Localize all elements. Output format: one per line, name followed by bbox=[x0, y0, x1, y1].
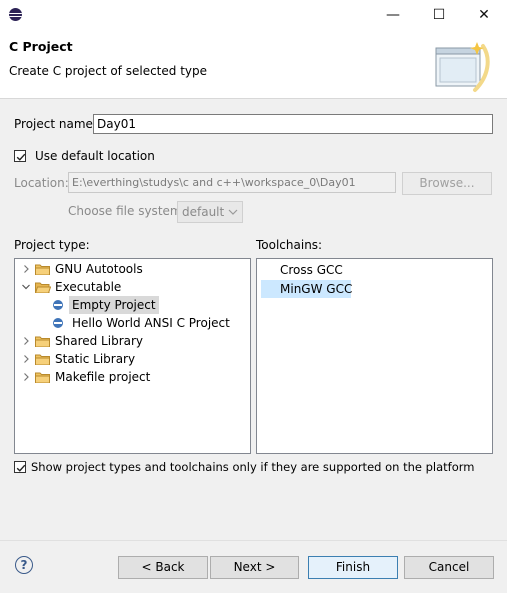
tree-folder-item[interactable]: GNU Autotools bbox=[15, 260, 248, 278]
new-project-wizard-icon bbox=[435, 42, 490, 92]
tree-item-label: Empty Project bbox=[69, 296, 159, 314]
checkmark-icon bbox=[16, 153, 26, 161]
toolchains-list[interactable]: Cross GCC MinGW GCC bbox=[256, 258, 493, 454]
file-system-select[interactable]: default bbox=[177, 201, 243, 223]
back-button[interactable]: < Back bbox=[118, 556, 208, 579]
footer-divider bbox=[0, 540, 507, 541]
help-icon[interactable]: ? bbox=[15, 556, 33, 574]
next-button[interactable]: Next > bbox=[210, 556, 299, 579]
toolchain-item[interactable]: Cross GCC bbox=[261, 261, 351, 279]
toolchain-item[interactable]: MinGW GCC bbox=[261, 280, 353, 298]
chevron-right-icon[interactable] bbox=[21, 350, 31, 368]
location-input[interactable] bbox=[68, 172, 396, 193]
page-subtitle: Create C project of selected type bbox=[9, 64, 207, 78]
page-title: C Project bbox=[9, 39, 73, 54]
project-type-label: Project type: bbox=[14, 238, 90, 252]
supported-only-label: Show project types and toolchains only i… bbox=[31, 460, 475, 474]
use-default-location-label: Use default location bbox=[35, 149, 155, 163]
tree-item-label: GNU Autotools bbox=[55, 262, 143, 276]
chevron-right-icon[interactable] bbox=[21, 260, 31, 278]
maximize-button[interactable]: ☐ bbox=[416, 0, 462, 30]
toolchain-label: Cross GCC bbox=[280, 263, 343, 277]
browse-button[interactable]: Browse... bbox=[402, 172, 492, 195]
tree-item-label: Static Library bbox=[55, 352, 136, 366]
location-label: Location: bbox=[14, 176, 69, 190]
tree-folder-item[interactable]: Shared Library bbox=[15, 332, 248, 350]
header-divider bbox=[0, 98, 507, 99]
tree-item-label: Makefile project bbox=[55, 370, 151, 384]
tree-folder-item[interactable]: Static Library bbox=[15, 350, 248, 368]
tree-item-label: Hello World ANSI C Project bbox=[72, 316, 230, 330]
tree-project-item[interactable]: Hello World ANSI C Project bbox=[15, 314, 248, 332]
chevron-down-icon bbox=[228, 209, 238, 215]
minimize-button[interactable]: — bbox=[370, 0, 416, 30]
use-default-location-checkbox[interactable] bbox=[14, 150, 26, 162]
c-project-icon bbox=[53, 318, 63, 328]
close-button[interactable]: ✕ bbox=[461, 0, 507, 30]
eclipse-icon bbox=[9, 8, 22, 21]
toolchains-label: Toolchains: bbox=[256, 238, 323, 252]
c-project-icon bbox=[53, 300, 63, 310]
chevron-right-icon[interactable] bbox=[21, 368, 31, 386]
tree-folder-item[interactable]: Makefile project bbox=[15, 368, 248, 386]
folder-icon bbox=[35, 354, 50, 365]
tree-item-label: Executable bbox=[55, 280, 122, 294]
project-type-tree[interactable]: GNU Autotools Executable Empty Project Hell… bbox=[14, 258, 251, 454]
project-name-input[interactable] bbox=[93, 114, 493, 134]
toolchain-label: MinGW GCC bbox=[280, 282, 353, 296]
cancel-button[interactable]: Cancel bbox=[404, 556, 494, 579]
folder-icon bbox=[35, 372, 50, 383]
supported-only-checkbox[interactable] bbox=[14, 461, 26, 473]
chevron-right-icon[interactable] bbox=[21, 332, 31, 350]
folder-icon bbox=[35, 336, 50, 347]
finish-button[interactable]: Finish bbox=[308, 556, 398, 579]
tree-project-item[interactable]: Empty Project bbox=[15, 296, 248, 314]
folder-icon bbox=[35, 282, 51, 293]
chevron-down-icon[interactable] bbox=[21, 278, 31, 296]
tree-item-label: Shared Library bbox=[55, 334, 144, 348]
file-system-label: Choose file system: bbox=[68, 204, 186, 218]
project-name-label: Project name: bbox=[14, 117, 97, 131]
file-system-value: default bbox=[182, 205, 225, 219]
checkmark-icon bbox=[16, 464, 26, 472]
tree-folder-item[interactable]: Executable bbox=[15, 278, 248, 296]
folder-icon bbox=[35, 264, 50, 275]
